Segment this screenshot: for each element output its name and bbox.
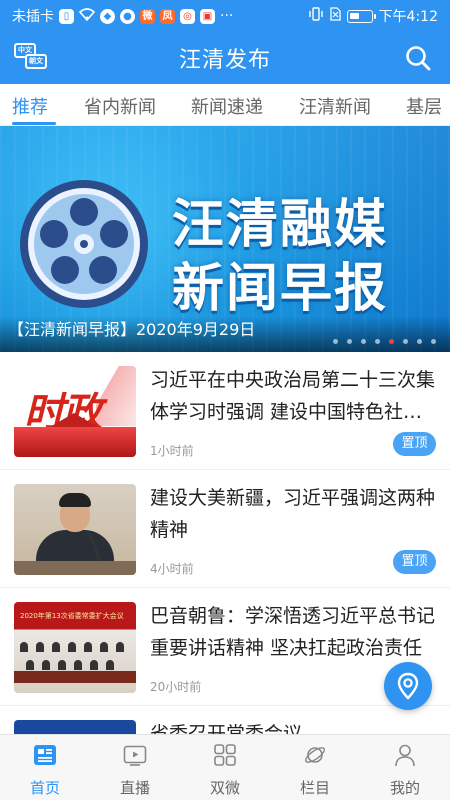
attendee-row <box>26 660 136 670</box>
status-bar: 未插卡 ▯ ◆ ● 微 凤 ◎ ▣ ··· 下午4:12 <box>0 0 450 32</box>
news-title: 巴音朝鲁：学深悟透习近平总书记重要讲话精神 坚决扛起政治责任 <box>150 605 436 659</box>
news-title: 习近平在中央政治局第二十三次集体学习时强调 建设中国特色社会主义 <box>150 369 436 423</box>
nav-home[interactable]: 首页 <box>0 735 90 800</box>
location-button[interactable] <box>384 662 432 710</box>
app-notification-icon: ◆ <box>100 8 115 24</box>
carrier-text: 未插卡 <box>12 9 54 25</box>
news-item[interactable]: 2020年第13次省委常委扩大会议 巴音朝鲁：学深悟透习近平总书记重要讲话精神 … <box>0 588 450 706</box>
status-right: 下午4:12 <box>308 0 438 32</box>
carousel-dot[interactable] <box>403 339 408 344</box>
carousel-dot[interactable] <box>361 339 366 344</box>
banner-headline-2: 新闻早报 <box>172 259 389 319</box>
pinned-badge: 置顶 <box>393 550 436 574</box>
banner-caption-bar: 【汪清新闻早报】2020年9月29日 <box>0 316 450 352</box>
news-time: 1小时前 <box>150 444 194 458</box>
location-pin-icon <box>397 672 419 700</box>
news-item[interactable]: 省委召开常委会议 <box>0 706 450 734</box>
battery-icon <box>346 9 376 23</box>
carousel-dot[interactable] <box>333 339 338 344</box>
news-item[interactable]: 时政 习近平在中央政治局第二十三次集体学习时强调 建设中国特色社会主义 1小时前… <box>0 352 450 470</box>
tab-wangqing-news[interactable]: 汪清新闻 <box>299 93 371 119</box>
meeting-table <box>14 671 136 683</box>
sim-card-icon: ▯ <box>59 8 74 24</box>
great-hall-illustration <box>14 427 136 457</box>
live-video-icon <box>123 745 147 766</box>
nav-label: 我的 <box>389 779 420 797</box>
person-hair <box>59 493 91 507</box>
clock-text: 下午4:12 <box>378 9 438 25</box>
carousel-dot-active[interactable] <box>389 339 394 344</box>
news-thumbnail <box>14 720 136 734</box>
status-left: 未插卡 ▯ ◆ ● 微 凤 ◎ ▣ ··· <box>12 0 233 32</box>
wifi-icon <box>78 7 96 25</box>
app-badge-icon: 凤 <box>160 8 175 24</box>
pinned-badge: 置顶 <box>393 432 436 456</box>
news-app-icon: ◎ <box>180 8 195 24</box>
more-notifications: ··· <box>220 8 234 24</box>
calendar-app-icon: ▣ <box>200 8 215 24</box>
tab-grassroots[interactable]: 基层 <box>406 93 442 119</box>
news-title: 省委召开常委会议 <box>150 723 303 734</box>
film-reel-icon <box>20 180 148 308</box>
no-sim-icon <box>329 7 341 25</box>
carousel-dot[interactable] <box>375 339 380 344</box>
tab-news-express[interactable]: 新闻速递 <box>191 93 263 119</box>
news-item[interactable]: 建设大美新疆，习近平强调这两种精神 4小时前 置顶 <box>0 470 450 588</box>
nav-columns[interactable]: 栏目 <box>270 735 360 800</box>
category-tabs: 推荐 省内新闻 新闻速递 汪清新闻 基层 <box>0 84 450 126</box>
news-thumbnail: 时政 <box>14 366 136 457</box>
news-title: 建设大美新疆，习近平强调这两种精神 <box>150 487 436 541</box>
carousel-dot[interactable] <box>431 339 436 344</box>
flag-decoration <box>96 366 136 426</box>
nav-label: 栏目 <box>299 779 330 797</box>
desk <box>14 561 136 575</box>
active-tab-indicator <box>12 122 56 125</box>
nav-dual-micro[interactable]: 双微 <box>180 735 270 800</box>
bottom-navigation: 首页 直播 双微 栏目 我的 <box>0 734 450 800</box>
news-thumbnail <box>14 484 136 575</box>
search-button[interactable] <box>404 44 432 72</box>
tab-provincial-news[interactable]: 省内新闻 <box>84 93 156 119</box>
banner-carousel[interactable]: 汪清融媒 新闻早报 【汪清新闻早报】2020年9月29日 <box>0 126 450 352</box>
person-icon <box>395 744 415 767</box>
search-icon <box>406 46 431 71</box>
attendee-row <box>20 642 130 652</box>
planet-icon <box>305 747 325 763</box>
vibrate-icon <box>308 7 323 25</box>
weibo-notification-icon: 微 <box>140 8 155 24</box>
message-notification-icon: ● <box>120 8 135 24</box>
carousel-dot[interactable] <box>417 339 422 344</box>
nav-label: 双微 <box>209 779 240 797</box>
meeting-banner-text: 2020年第13次省委常委扩大会议 <box>20 612 124 620</box>
banner-caption: 【汪清新闻早报】2020年9月29日 <box>8 320 256 339</box>
news-time: 20小时前 <box>150 680 202 694</box>
grid-apps-icon <box>214 744 236 766</box>
home-news-icon <box>34 745 56 765</box>
tab-recommend[interactable]: 推荐 <box>12 93 48 119</box>
carousel-indicators <box>333 339 436 344</box>
page-title: 汪清发布 <box>178 48 271 73</box>
nav-label: 首页 <box>29 779 60 797</box>
app-header: 中文 朝文 汪清发布 <box>0 32 450 84</box>
nav-live[interactable]: 直播 <box>90 735 180 800</box>
carousel-dot[interactable] <box>347 339 352 344</box>
nav-label: 直播 <box>119 779 150 797</box>
news-list: 时政 习近平在中央政治局第二十三次集体学习时强调 建设中国特色社会主义 1小时前… <box>0 352 450 734</box>
news-time: 4小时前 <box>150 562 194 576</box>
nav-mine[interactable]: 我的 <box>360 735 450 800</box>
news-thumbnail: 2020年第13次省委常委扩大会议 <box>14 602 136 693</box>
